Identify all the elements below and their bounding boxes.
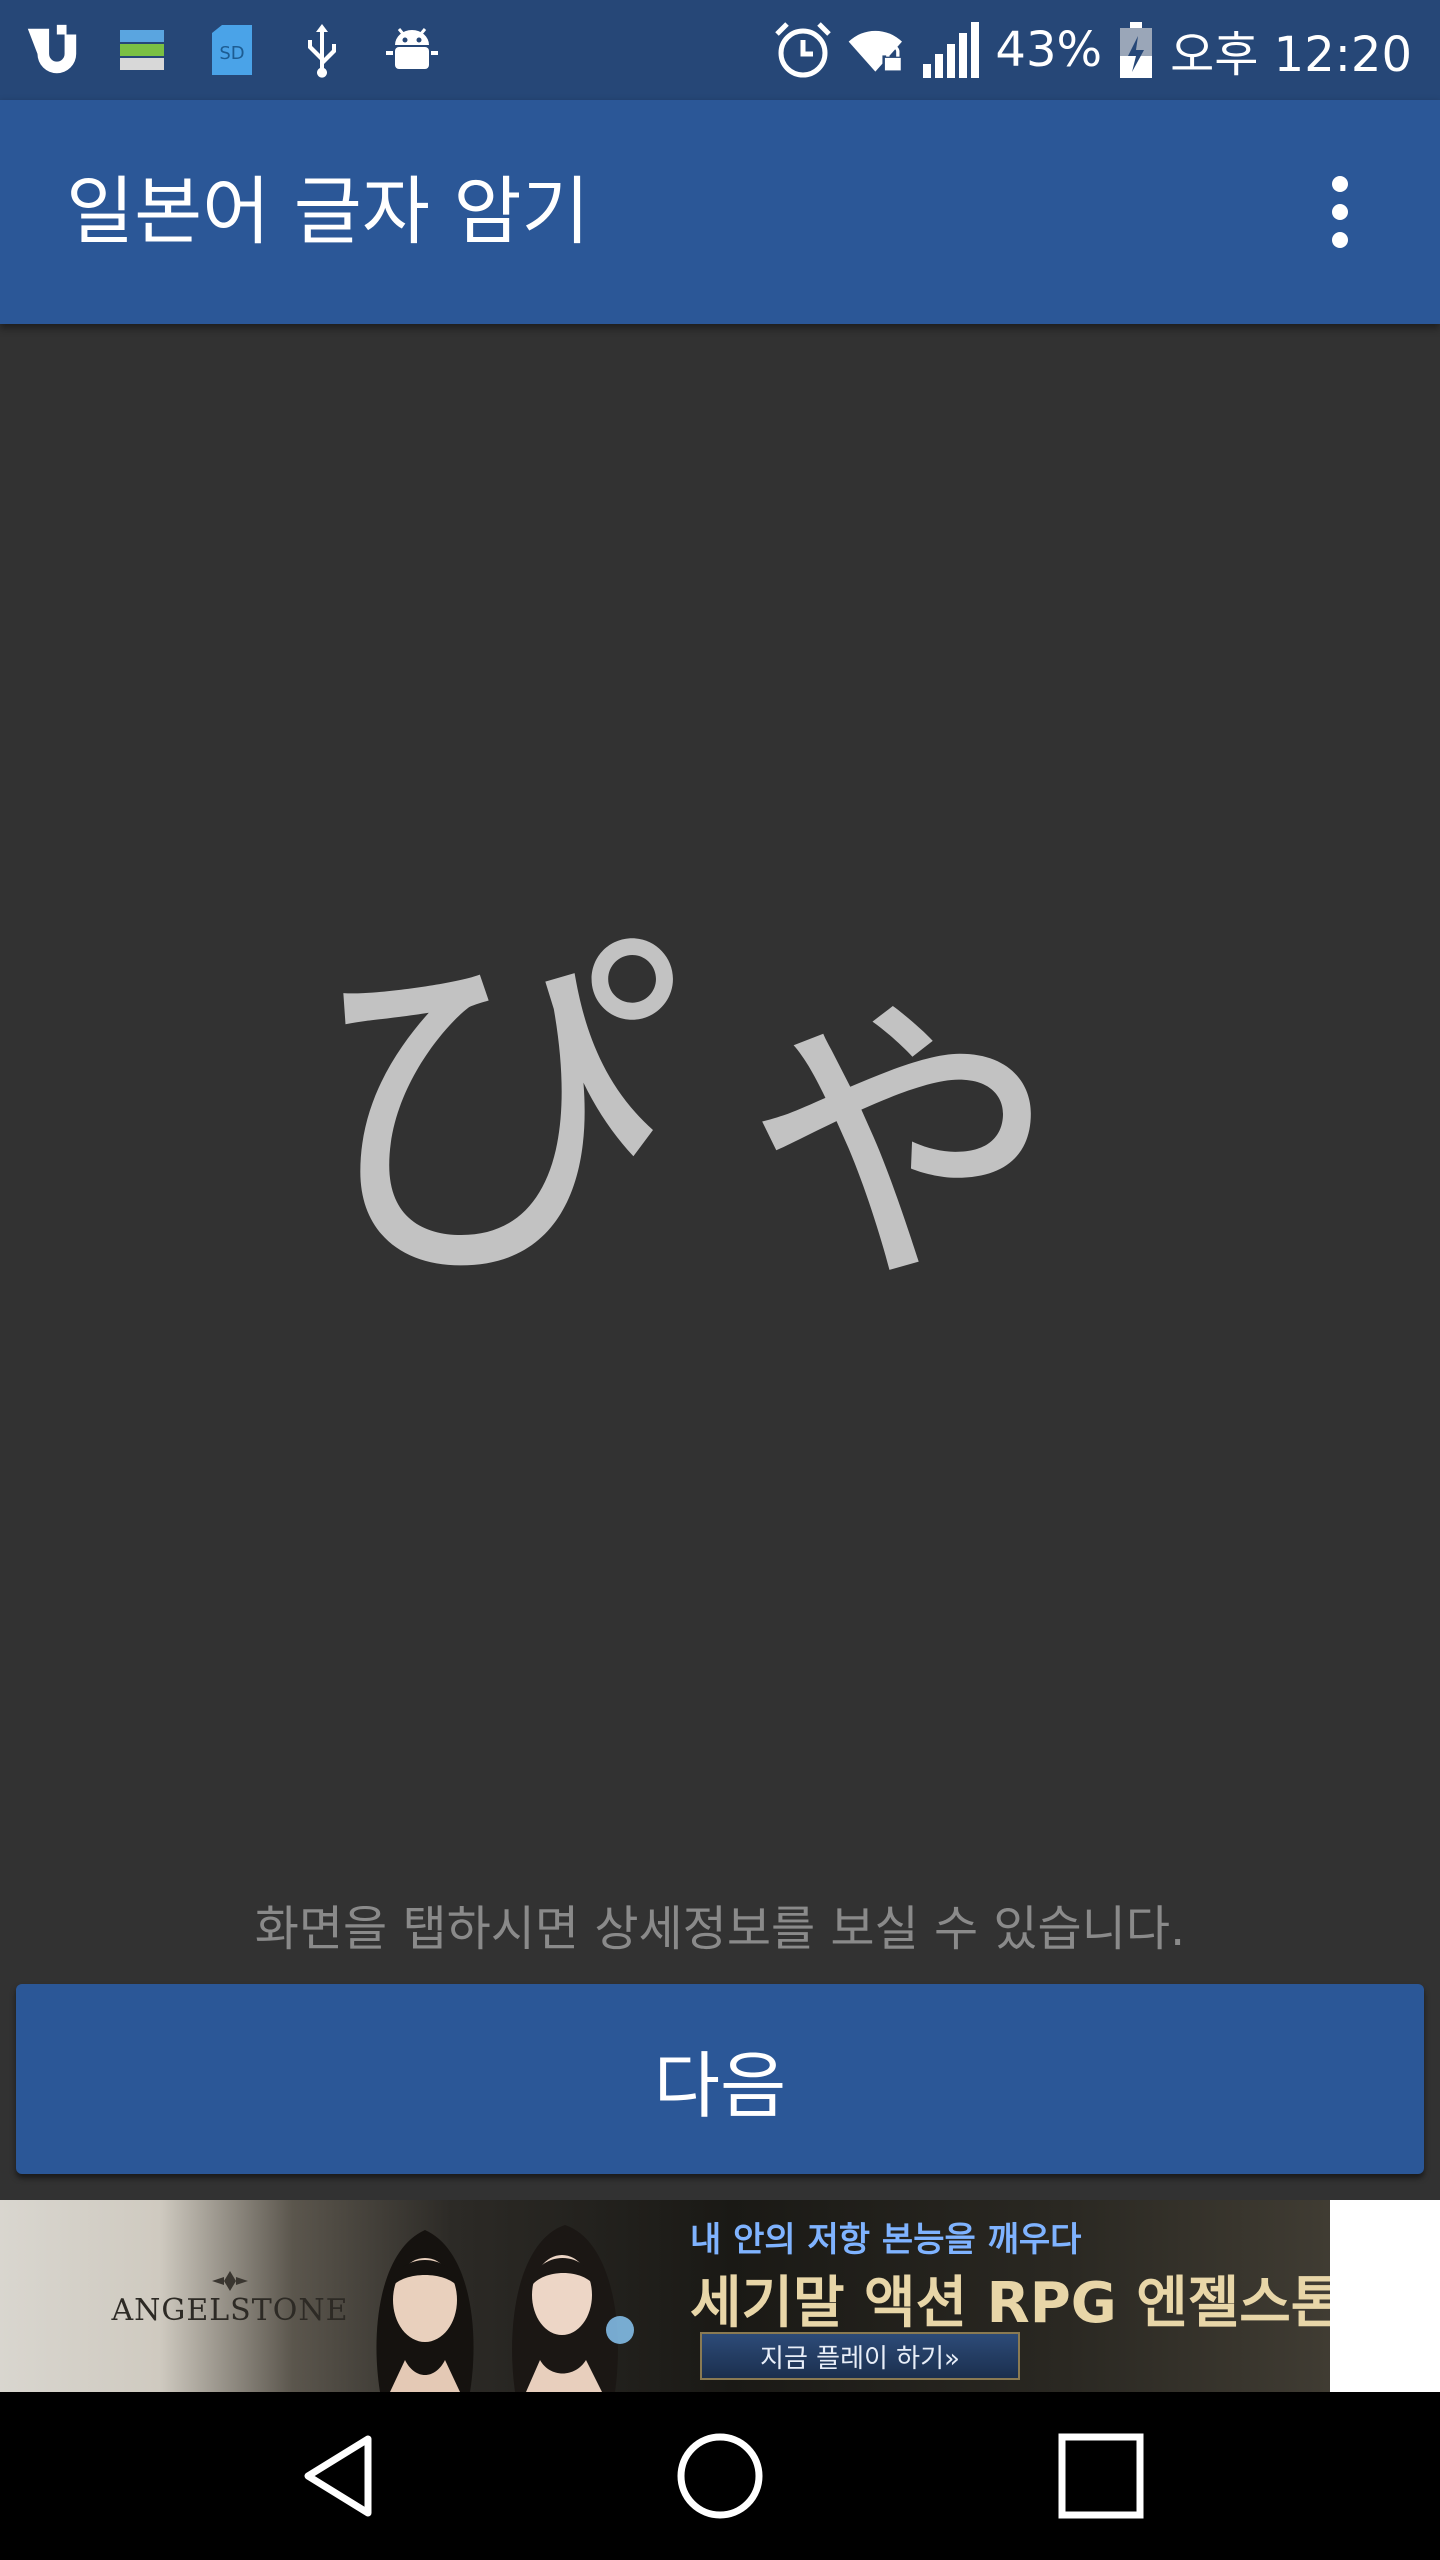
status-bar: SD 43% 오후 12:20 (0, 0, 1440, 100)
status-bar-notifications: SD (22, 18, 442, 82)
back-icon[interactable] (281, 2426, 401, 2526)
recents-icon[interactable] (1041, 2426, 1161, 2526)
navigation-bar (0, 2392, 1440, 2560)
flashcard-area[interactable]: ぴゃ 화면을 탭하시면 상세정보를 보실 수 있습니다. 다음 (0, 324, 1440, 2200)
ad-cta-button[interactable]: 지금 플레이 하기» (700, 2332, 1020, 2380)
status-time: 오후 12:20 (1170, 27, 1412, 83)
next-button[interactable]: 다음 (16, 1984, 1424, 2174)
status-bar-system: 43% 오후 12:20 (773, 0, 1412, 100)
app-bar: 일본어 글자 암기 (0, 100, 1440, 324)
battery-charging-icon (1116, 20, 1156, 80)
android-debug-icon (382, 20, 442, 80)
alarm-icon (773, 20, 833, 80)
u-plus-icon (22, 20, 82, 80)
svg-text:SD: SD (219, 43, 244, 64)
ad-container: ANGELSTONE 내 안의 저항 본능을 깨우다 세기말 액션 RPG 엔젤… (0, 2200, 1440, 2392)
ad-tagline: 내 안의 저항 본능을 깨우다 (690, 2220, 1082, 2260)
more-vert-icon[interactable] (1280, 152, 1400, 272)
ad-emblem-icon (212, 2270, 248, 2291)
sd-card-icon: SD (202, 20, 262, 80)
storage-icon (112, 20, 172, 80)
ad-headline: 세기말 액션 RPG 엔젤스톤 (690, 2271, 1330, 2336)
ad-logo-text: ANGELSTONE (111, 2292, 349, 2328)
kana-character: ぴゃ (310, 899, 1130, 1329)
ad-logo: ANGELSTONE (110, 2250, 350, 2346)
usb-icon (292, 20, 352, 80)
signal-icon (921, 20, 981, 80)
menu-dot (1332, 204, 1348, 220)
menu-dot (1332, 232, 1348, 248)
home-icon[interactable] (660, 2426, 780, 2526)
app-title: 일본어 글자 암기 (66, 169, 590, 255)
battery-percent: 43% (995, 22, 1103, 78)
ad-character-image (490, 2210, 640, 2392)
ad-character-image (350, 2210, 500, 2392)
menu-dot (1332, 176, 1348, 192)
ad-banner[interactable]: ANGELSTONE 내 안의 저항 본능을 깨우다 세기말 액션 RPG 엔젤… (0, 2200, 1330, 2392)
tap-hint: 화면을 탭하시면 상세정보를 보실 수 있습니다. (254, 1901, 1186, 1957)
wifi-lock-icon (847, 20, 907, 80)
